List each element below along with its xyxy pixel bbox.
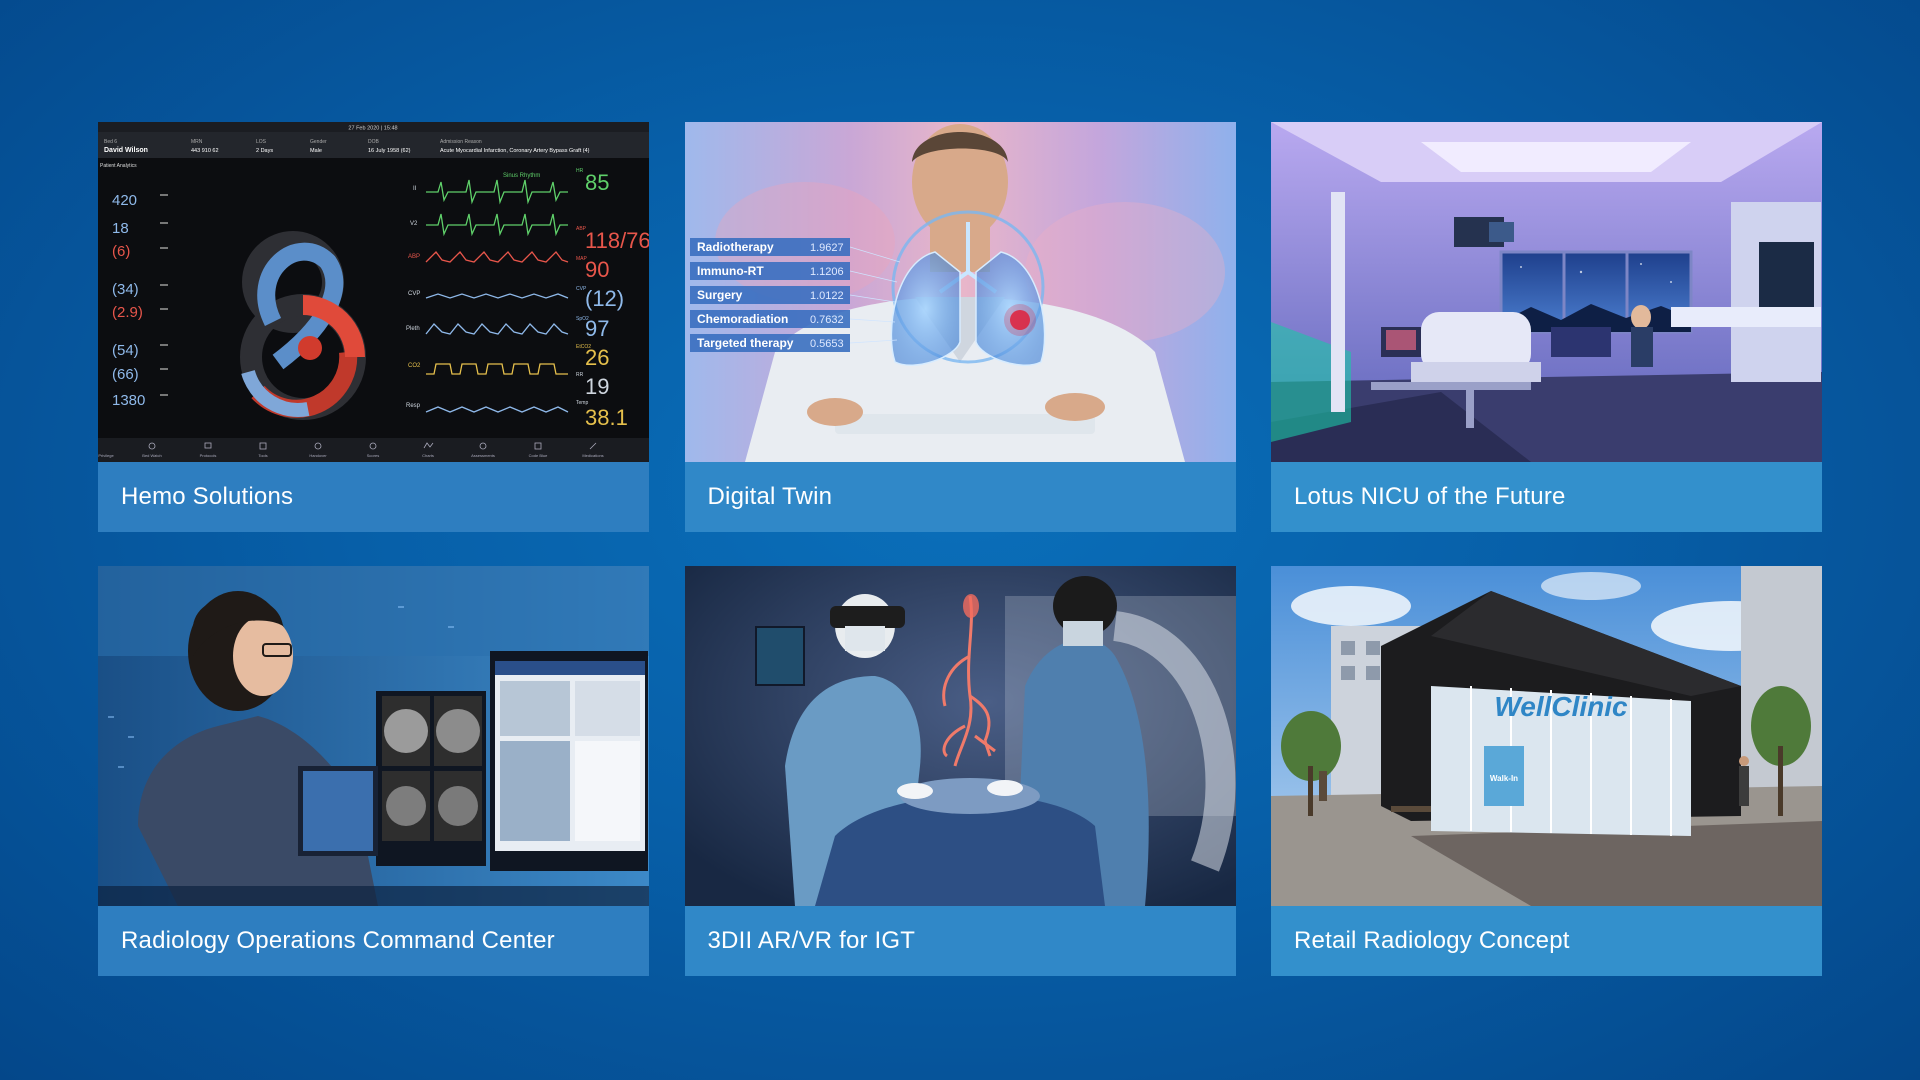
svg-text:ABP: ABP <box>408 254 420 260</box>
svg-text:Bed Watch: Bed Watch <box>142 453 161 458</box>
svg-text:CO2: CO2 <box>408 363 421 369</box>
svg-text:CVP: CVP <box>408 291 420 297</box>
therapy-value: 0.7632 <box>810 314 844 326</box>
svg-text:Patient Analytics: Patient Analytics <box>100 163 137 169</box>
svg-text:420: 420 <box>112 192 137 209</box>
svg-text:(66): (66) <box>112 366 139 383</box>
hemo-monitor-image: 27 Feb 2020 | 15:48 Bed 6 David Wilson M… <box>98 122 649 462</box>
svg-text:Scores: Scores <box>367 453 379 458</box>
svg-text:18: 18 <box>112 220 129 237</box>
svg-text:26: 26 <box>585 345 609 370</box>
svg-text:Handover: Handover <box>309 453 327 458</box>
svg-text:II: II <box>413 186 417 192</box>
svg-text:1380: 1380 <box>112 392 145 409</box>
svg-text:Tools: Tools <box>258 453 267 458</box>
svg-text:Protocols: Protocols <box>200 453 217 458</box>
svg-text:Assessments: Assessments <box>471 453 495 458</box>
digital-twin-image: Radiotherapy 1.9627 Immuno-RT 1.1206 Sur… <box>684 122 1236 462</box>
svg-text:38.1: 38.1 <box>585 405 628 430</box>
svg-text:97: 97 <box>585 316 609 341</box>
svg-text:85: 85 <box>585 170 609 195</box>
therapy-value: 1.1206 <box>810 266 844 278</box>
tile-radiology-operations[interactable]: Radiology Operations Command Center <box>98 566 649 976</box>
svg-text:V2: V2 <box>410 221 418 227</box>
svg-text:Resp: Resp <box>406 403 421 409</box>
tile-retail-radiology[interactable]: Walk-In WellClinic Retail Radiology Conc… <box>1271 566 1822 976</box>
svg-text:(34): (34) <box>112 281 139 298</box>
svg-text:Charts: Charts <box>422 453 434 458</box>
svg-text:Male: Male <box>310 148 322 154</box>
svg-text:Bed 6: Bed 6 <box>104 139 117 145</box>
svg-text:Gender: Gender <box>310 139 327 145</box>
svg-text:2 Days: 2 Days <box>256 148 273 154</box>
svg-text:443 910 62: 443 910 62 <box>191 148 219 154</box>
tile-digital-twin[interactable]: Radiotherapy 1.9627 Immuno-RT 1.1206 Sur… <box>684 122 1236 532</box>
clinic-sign: WellClinic <box>1494 691 1628 722</box>
tile-hemo-solutions[interactable]: 27 Feb 2020 | 15:48 Bed 6 David Wilson M… <box>98 122 649 532</box>
svg-text:Privilege: Privilege <box>98 453 114 458</box>
svg-text:90: 90 <box>585 257 609 282</box>
tile-caption: Lotus NICU of the Future <box>1271 462 1822 532</box>
therapy-value: 0.5653 <box>810 338 844 350</box>
svg-text:16 July 1958 (62): 16 July 1958 (62) <box>368 148 411 154</box>
therapy-label: Targeted therapy <box>697 336 794 350</box>
svg-text:(6): (6) <box>112 243 130 260</box>
tile-3dii-ar-vr[interactable]: 3DII AR/VR for IGT <box>684 566 1236 976</box>
svg-text:(12): (12) <box>585 286 624 311</box>
ar-surgery-image <box>684 566 1236 906</box>
nicu-room-image <box>1271 122 1822 462</box>
therapy-label: Surgery <box>697 288 743 302</box>
therapy-label: Immuno-RT <box>697 264 764 278</box>
svg-text:Sinus Rhythm: Sinus Rhythm <box>503 173 540 179</box>
patient-name: David Wilson <box>104 147 148 154</box>
solutions-grid: 27 Feb 2020 | 15:48 Bed 6 David Wilson M… <box>98 122 1822 976</box>
svg-text:RR: RR <box>576 372 584 378</box>
svg-text:MRN: MRN <box>191 139 203 145</box>
svg-text:LOS: LOS <box>256 139 267 145</box>
tile-caption: Retail Radiology Concept <box>1271 906 1822 976</box>
radiologist-image <box>98 566 649 906</box>
retail-clinic-image: Walk-In WellClinic <box>1271 566 1822 906</box>
svg-text:DOB: DOB <box>368 139 380 145</box>
svg-text:Pleth: Pleth <box>406 326 420 332</box>
therapy-label: Chemoradiation <box>697 312 788 326</box>
tile-caption: 3DII AR/VR for IGT <box>684 906 1236 976</box>
svg-text:Admission Reason: Admission Reason <box>440 139 482 145</box>
door-sign: Walk-In <box>1490 774 1518 783</box>
therapy-label: Radiotherapy <box>697 240 774 254</box>
svg-text:19: 19 <box>585 374 609 399</box>
svg-text:(2.9): (2.9) <box>112 304 143 321</box>
svg-text:118/76: 118/76 <box>585 228 649 253</box>
therapy-value: 1.9627 <box>810 242 844 254</box>
svg-text:Acute Myocardial Infarction, C: Acute Myocardial Infarction, Coronary Ar… <box>440 148 590 154</box>
tile-caption: Radiology Operations Command Center <box>98 906 649 976</box>
tile-lotus-nicu[interactable]: Lotus NICU of the Future <box>1271 122 1822 532</box>
monitor-date: 27 Feb 2020 | 15:48 <box>348 126 397 132</box>
svg-text:Code Blue: Code Blue <box>529 453 548 458</box>
tile-caption: Hemo Solutions <box>98 462 649 532</box>
svg-text:HR: HR <box>576 168 584 174</box>
svg-text:(54): (54) <box>112 342 139 359</box>
tile-caption: Digital Twin <box>684 462 1236 532</box>
svg-text:Medications: Medications <box>582 453 603 458</box>
therapy-value: 1.0122 <box>810 290 844 302</box>
